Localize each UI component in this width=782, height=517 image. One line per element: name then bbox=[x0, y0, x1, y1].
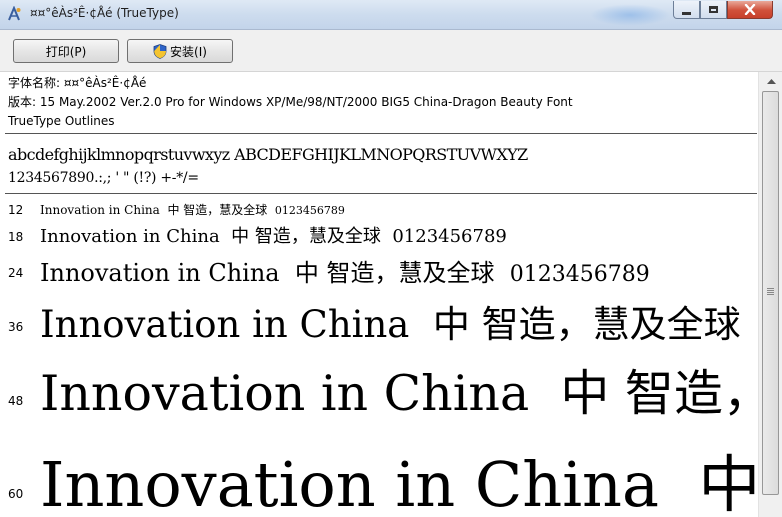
sample-cjk: 中 智造，慧及全球 bbox=[698, 448, 758, 517]
sample-text: Innovation in China 中 智造，慧及全球 bbox=[40, 294, 741, 348]
toolbar: 打印(P) 安装(I) bbox=[0, 30, 782, 72]
sample-cjk: 中 智造，慧及全球 bbox=[294, 259, 495, 287]
print-button[interactable]: 打印(P) bbox=[13, 39, 119, 63]
sample-size-label: 60 bbox=[8, 487, 24, 501]
charset-digits: 1234567890.:,; ' " (!?) +-*/= bbox=[8, 170, 199, 186]
sample-digits: 0123456789 bbox=[509, 262, 650, 287]
charset-letters: abcdefghijklmnopqrstuvwxyz ABCDEFGHIJKLM… bbox=[8, 145, 528, 164]
install-button[interactable]: 安装(I) bbox=[127, 39, 233, 63]
font-app-icon bbox=[8, 6, 21, 21]
font-outline-line: TrueType Outlines bbox=[8, 114, 115, 128]
sample-size-label: 12 bbox=[8, 203, 24, 217]
sample-cjk: 中 智造，慧及全球 bbox=[432, 303, 741, 346]
sample-text: Innovation in China 中 智造，慧及全球 bbox=[40, 354, 758, 425]
sample-text: Innovation in China 中 智造，慧及全球 0123456789 bbox=[40, 201, 345, 218]
window-title: ¤¤°êÀs²Ê·¢Åé (TrueType) bbox=[30, 6, 179, 20]
sample-latin: Innovation in China bbox=[40, 365, 530, 422]
uac-shield-icon bbox=[153, 43, 167, 59]
sample-text: Innovation in China 中 智造，慧及全球 0123456789 bbox=[40, 253, 650, 288]
sample-size-label: 24 bbox=[8, 266, 24, 280]
scroll-up-button[interactable] bbox=[760, 72, 782, 90]
scroll-up-arrow-icon bbox=[766, 78, 776, 84]
sample-latin: Innovation in China bbox=[40, 259, 280, 287]
close-icon bbox=[744, 4, 756, 15]
sample-text: Innovation in China 中 智造，慧及全球 0123456789 bbox=[40, 222, 507, 248]
font-info: 字体名称: ¤¤°êÀs²Ê·¢Åé 版本: 15 May.2002 Ver.2… bbox=[8, 74, 573, 131]
sample-cjk: 中 智造，慧及全球 bbox=[231, 226, 381, 247]
install-button-label: 安装(I) bbox=[170, 44, 207, 59]
sample-cjk: 中 智造，慧及全球 bbox=[560, 365, 758, 422]
vertical-scrollbar[interactable] bbox=[758, 72, 782, 517]
divider bbox=[5, 193, 757, 194]
close-button[interactable] bbox=[727, 1, 773, 19]
sample-latin: Innovation in China bbox=[40, 203, 160, 217]
maximize-button[interactable] bbox=[700, 1, 727, 19]
minimize-icon bbox=[682, 12, 691, 15]
sample-latin: Innovation in China bbox=[40, 226, 220, 247]
sample-latin: Innovation in China bbox=[40, 303, 410, 346]
sample-size-label: 36 bbox=[8, 320, 24, 334]
sample-digits: 0123456789 bbox=[274, 204, 345, 217]
font-preview-area: 字体名称: ¤¤°êÀs²Ê·¢Åé 版本: 15 May.2002 Ver.2… bbox=[0, 72, 758, 517]
sample-digits: 0123456789 bbox=[392, 226, 507, 247]
print-button-label: 打印(P) bbox=[45, 44, 87, 59]
sample-latin: Innovation in China bbox=[40, 448, 659, 517]
sample-size-label: 48 bbox=[8, 394, 24, 408]
sample-text: Innovation in China 中 智造，慧及全球 bbox=[40, 434, 758, 517]
title-bar: ¤¤°êÀs²Ê·¢Åé (TrueType) bbox=[0, 0, 782, 30]
font-version-line: 版本: 15 May.2002 Ver.2.0 Pro for Windows … bbox=[8, 95, 573, 109]
divider bbox=[5, 133, 757, 134]
font-name-line: 字体名称: ¤¤°êÀs²Ê·¢Åé bbox=[8, 76, 147, 90]
sample-cjk: 中 智造，慧及全球 bbox=[167, 203, 268, 217]
minimize-button[interactable] bbox=[673, 1, 700, 19]
sample-size-label: 18 bbox=[8, 230, 24, 244]
scroll-thumb[interactable] bbox=[762, 91, 779, 495]
maximize-icon bbox=[709, 6, 718, 13]
